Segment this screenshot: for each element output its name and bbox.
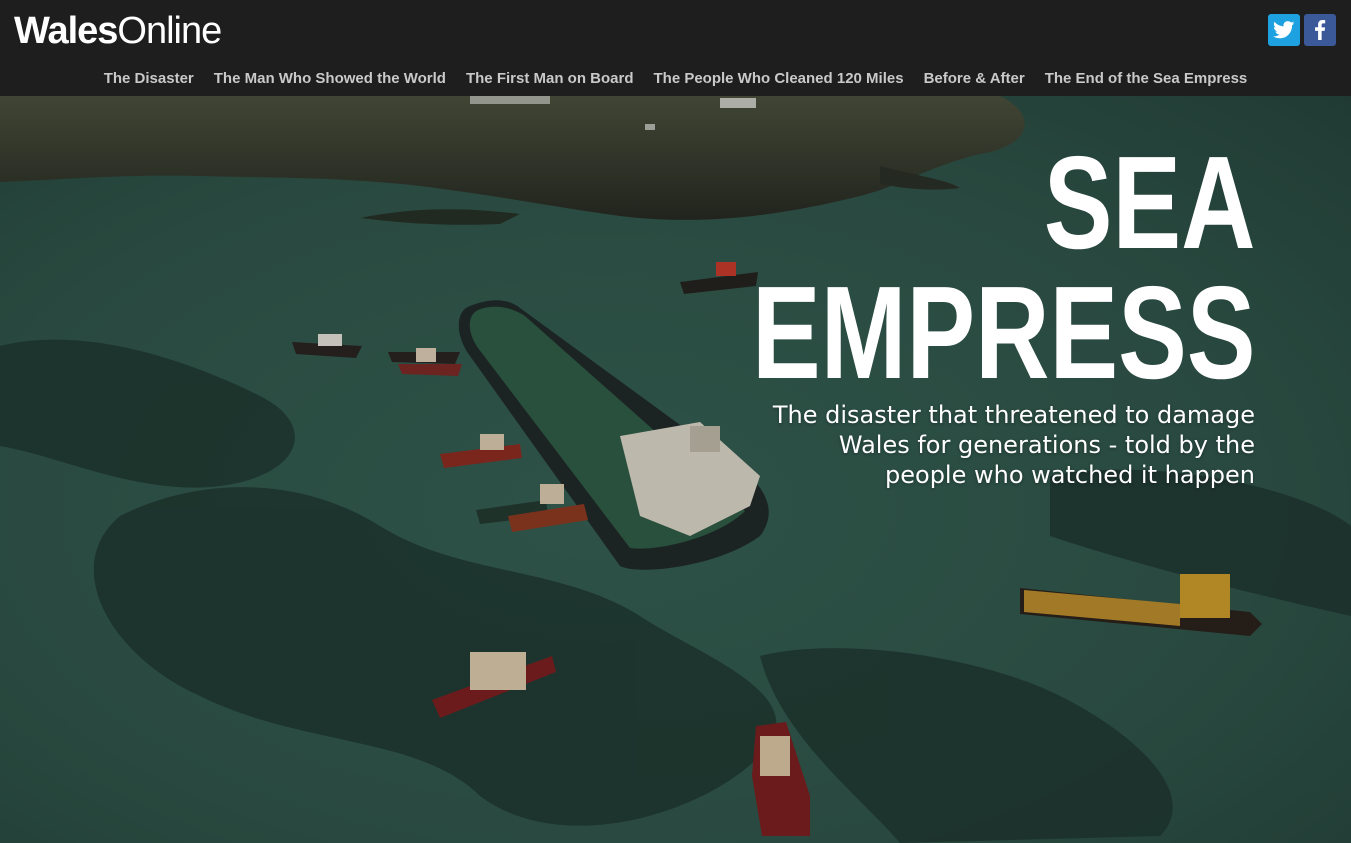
hero-title-line-2: EMPRESS [751,259,1255,406]
twitter-icon [1273,21,1295,39]
logo-bold-text: Wales [14,10,118,52]
hero-title-line-1: SEA [1043,129,1255,276]
nav-item-before-after[interactable]: Before & After [924,66,1025,92]
hero-section: SEA EMPRESS The disaster that threatened… [0,96,1351,843]
chapter-nav: The Disaster The Man Who Showed the Worl… [0,66,1351,92]
hero-title: SEA EMPRESS [610,129,1255,406]
nav-item-people-who-cleaned[interactable]: The People Who Cleaned 120 Miles [654,66,904,92]
facebook-share-button[interactable] [1304,14,1336,46]
nav-item-the-disaster[interactable]: The Disaster [104,66,194,92]
logo-light-text: Online [117,10,222,52]
wales-online-logo[interactable]: WalesOnline [14,8,222,54]
facebook-icon [1315,20,1326,40]
social-links [1268,14,1336,46]
nav-item-end-of-sea-empress[interactable]: The End of the Sea Empress [1045,66,1248,92]
site-header: WalesOnline The Disaster The Man Who Sho… [0,0,1351,96]
hero-subtitle: The disaster that threatened to damage W… [772,401,1255,489]
nav-item-man-who-showed-the-world[interactable]: The Man Who Showed the World [214,66,446,92]
nav-item-first-man-on-board[interactable]: The First Man on Board [466,66,634,92]
twitter-share-button[interactable] [1268,14,1300,46]
